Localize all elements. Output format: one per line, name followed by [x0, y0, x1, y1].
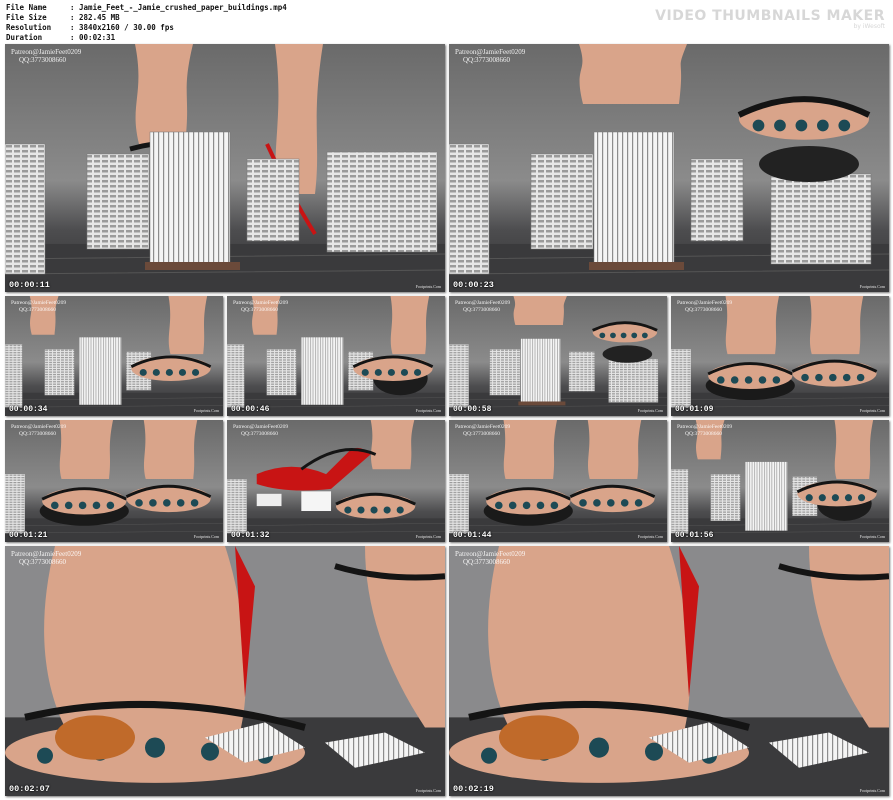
watermark-line-2: QQ:3773008660	[241, 306, 278, 313]
thumbnail-timestamp: 00:01:32	[231, 531, 270, 540]
thumbnail-frame-image	[227, 296, 445, 416]
file-size-row: File Size: 282.45 MB	[6, 13, 120, 22]
video-thumbnail[interactable]: Patreon@JamieFeet0209 QQ:3773008660 Foot…	[449, 546, 889, 796]
watermark-line-1: Patreon@JamieFeet0209	[11, 300, 67, 306]
thumbnail-timestamp: 00:00:23	[453, 280, 494, 290]
watermark-line-1: Patreon@JamieFeet0209	[11, 550, 82, 558]
thumbnail-watermark: Patreon@JamieFeet0209 QQ:3773008660	[11, 424, 66, 437]
watermark-line-2: QQ:3773008660	[19, 306, 56, 313]
watermark-line-1: Patreon@JamieFeet0209	[677, 300, 733, 306]
video-thumbnail[interactable]: Patreon@JamieFeet0209 QQ:3773008660 Foot…	[449, 296, 667, 416]
file-size-value: : 282.45 MB	[70, 13, 120, 22]
video-thumbnail[interactable]: Patreon@JamieFeet0209 QQ:3773008660 Foot…	[449, 44, 889, 292]
watermark-line-2: QQ:3773008660	[685, 430, 722, 437]
thumbnail-brand-mark: Footprints.Com	[415, 284, 441, 289]
thumbnail-timestamp: 00:00:11	[9, 280, 50, 290]
watermark-line-2: QQ:3773008660	[463, 558, 511, 566]
watermark-line-2: QQ:3773008660	[463, 56, 511, 64]
watermark-line-1: Patreon@JamieFeet0209	[11, 48, 82, 56]
thumbnail-frame-image	[449, 296, 667, 416]
thumbnail-brand-mark: Footprints.Com	[637, 408, 663, 413]
thumbnail-timestamp: 00:01:44	[453, 531, 492, 540]
thumbnail-watermark: Patreon@JamieFeet0209 QQ:3773008660	[11, 300, 66, 313]
video-thumbnail[interactable]: Patreon@JamieFeet0209 QQ:3773008660 Foot…	[5, 296, 223, 416]
thumbnail-timestamp: 00:00:46	[231, 405, 270, 414]
thumbnail-brand-mark: Footprints.Com	[637, 534, 663, 539]
watermark-subtitle: by iWesoft	[853, 23, 885, 30]
thumbnail-frame-image	[449, 420, 667, 542]
thumbnail-frame-image	[5, 420, 223, 542]
video-thumbnail[interactable]: Patreon@JamieFeet0209 QQ:3773008660 Foot…	[449, 420, 667, 542]
thumbnail-timestamp: 00:00:58	[453, 405, 492, 414]
thumbnail-timestamp: 00:01:21	[9, 531, 48, 540]
watermark-line-2: QQ:3773008660	[463, 430, 500, 437]
thumbnail-brand-mark: Footprints.Com	[859, 788, 885, 793]
thumbnail-brand-mark: Footprints.Com	[415, 534, 441, 539]
thumbnail-brand-mark: Footprints.Com	[415, 788, 441, 793]
watermark-line-2: QQ:3773008660	[19, 558, 67, 566]
app-watermark: VIDEO THUMBNAILS MAKER by iWesoft	[655, 8, 885, 30]
thumbnail-watermark: Patreon@JamieFeet0209 QQ:3773008660	[233, 300, 288, 313]
thumbnail-frame-image	[671, 420, 889, 542]
video-thumbnail[interactable]: Patreon@JamieFeet0209 QQ:3773008660 Foot…	[671, 420, 889, 542]
file-info-header: File Name: Jamie_Feet_-_Jamie_crushed_pa…	[6, 3, 287, 43]
watermark-line-1: Patreon@JamieFeet0209	[455, 48, 526, 56]
thumbnail-timestamp: 00:02:07	[9, 784, 50, 794]
thumbnail-frame-image	[5, 44, 445, 292]
video-thumbnail[interactable]: Patreon@JamieFeet0209 QQ:3773008660 Foot…	[5, 546, 445, 796]
duration-value: : 00:02:31	[70, 33, 116, 42]
thumbnail-brand-mark: Footprints.Com	[193, 408, 219, 413]
thumbnail-frame-image	[5, 546, 445, 796]
watermark-line-1: Patreon@JamieFeet0209	[455, 424, 511, 430]
watermark-title: VIDEO THUMBNAILS MAKER	[655, 8, 885, 24]
watermark-line-1: Patreon@JamieFeet0209	[233, 300, 289, 306]
thumbnail-watermark: Patreon@JamieFeet0209 QQ:3773008660	[11, 550, 81, 566]
thumbnail-watermark: Patreon@JamieFeet0209 QQ:3773008660	[677, 424, 732, 437]
thumbnail-watermark: Patreon@JamieFeet0209 QQ:3773008660	[233, 424, 288, 437]
watermark-line-2: QQ:3773008660	[685, 306, 722, 313]
thumbnail-frame-image	[5, 296, 223, 416]
thumbnail-brand-mark: Footprints.Com	[859, 408, 885, 413]
thumbnail-frame-image	[227, 420, 445, 542]
video-thumbnail[interactable]: Patreon@JamieFeet0209 QQ:3773008660 Foot…	[227, 420, 445, 542]
thumbnail-brand-mark: Footprints.Com	[415, 408, 441, 413]
watermark-line-2: QQ:3773008660	[19, 56, 67, 64]
thumbnail-frame-image	[449, 44, 889, 292]
thumbnail-frame-image	[449, 546, 889, 796]
watermark-line-1: Patreon@JamieFeet0209	[11, 424, 67, 430]
watermark-line-1: Patreon@JamieFeet0209	[233, 424, 289, 430]
watermark-line-2: QQ:3773008660	[463, 306, 500, 313]
video-thumbnail[interactable]: Patreon@JamieFeet0209 QQ:3773008660 Foot…	[227, 296, 445, 416]
thumbnail-watermark: Patreon@JamieFeet0209 QQ:3773008660	[455, 424, 510, 437]
watermark-line-1: Patreon@JamieFeet0209	[455, 550, 526, 558]
file-name-value: : Jamie_Feet_-_Jamie_crushed_paper_build…	[70, 3, 287, 12]
resolution-value: : 3840x2160 / 30.00 fps	[70, 23, 174, 32]
thumbnail-brand-mark: Footprints.Com	[859, 534, 885, 539]
thumbnail-watermark: Patreon@JamieFeet0209 QQ:3773008660	[677, 300, 732, 313]
thumbnail-watermark: Patreon@JamieFeet0209 QQ:3773008660	[455, 550, 525, 566]
video-thumbnail[interactable]: Patreon@JamieFeet0209 QQ:3773008660 Foot…	[5, 420, 223, 542]
thumbnail-watermark: Patreon@JamieFeet0209 QQ:3773008660	[455, 300, 510, 313]
watermark-line-1: Patreon@JamieFeet0209	[677, 424, 733, 430]
thumbnail-watermark: Patreon@JamieFeet0209 QQ:3773008660	[455, 48, 525, 64]
thumbnail-watermark: Patreon@JamieFeet0209 QQ:3773008660	[11, 48, 81, 64]
thumbnail-timestamp: 00:01:56	[675, 531, 714, 540]
watermark-line-2: QQ:3773008660	[241, 430, 278, 437]
resolution-row: Resolution: 3840x2160 / 30.00 fps	[6, 23, 174, 32]
video-thumbnail[interactable]: Patreon@JamieFeet0209 QQ:3773008660 Foot…	[5, 44, 445, 292]
video-thumbnail[interactable]: Patreon@JamieFeet0209 QQ:3773008660 Foot…	[671, 296, 889, 416]
thumbnail-timestamp: 00:01:09	[675, 405, 714, 414]
thumbnail-timestamp: 00:00:34	[9, 405, 48, 414]
watermark-line-2: QQ:3773008660	[19, 430, 56, 437]
thumbnail-brand-mark: Footprints.Com	[193, 534, 219, 539]
thumbnail-frame-image	[671, 296, 889, 416]
duration-row: Duration: 00:02:31	[6, 33, 116, 42]
file-name-row: File Name: Jamie_Feet_-_Jamie_crushed_pa…	[6, 3, 287, 12]
thumbnail-brand-mark: Footprints.Com	[859, 284, 885, 289]
thumbnail-timestamp: 00:02:19	[453, 784, 494, 794]
watermark-line-1: Patreon@JamieFeet0209	[455, 300, 511, 306]
